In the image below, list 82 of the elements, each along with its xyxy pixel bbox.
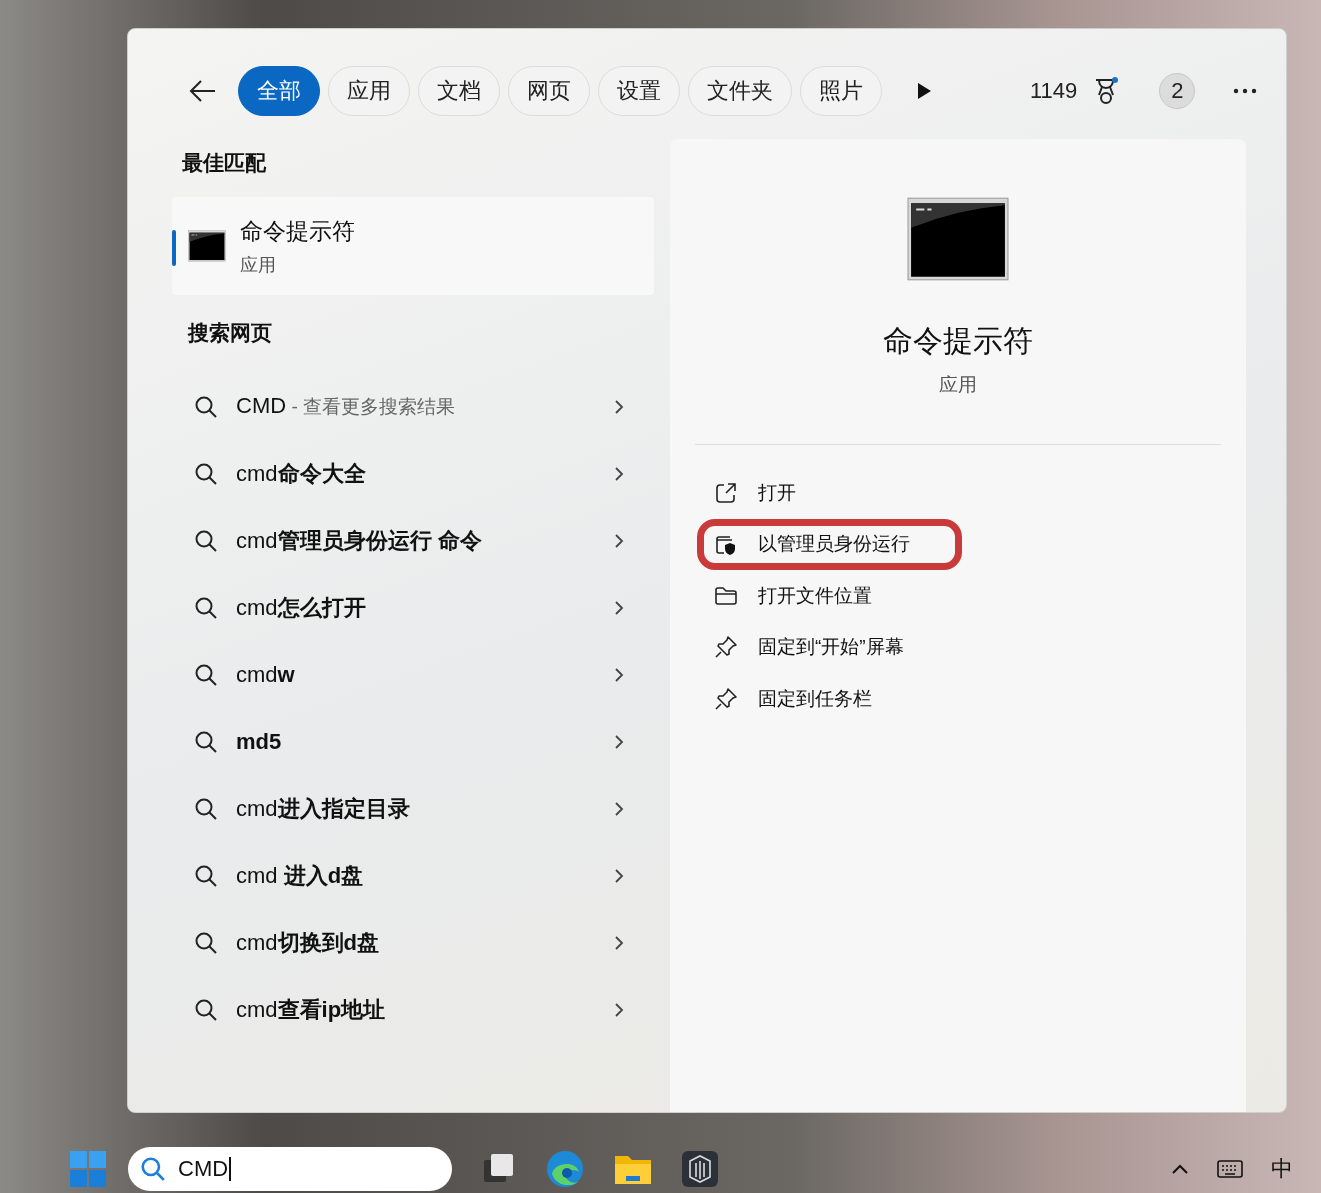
filter-tab[interactable]: 照片 bbox=[800, 66, 882, 116]
search-suggestion: cmd切换到d盘 bbox=[236, 929, 379, 955]
chevron-right-icon bbox=[614, 465, 624, 482]
section-heading: 最佳匹配 bbox=[182, 150, 267, 176]
app-title: 命令提示符 bbox=[240, 216, 355, 246]
search-hint: - 查看更多搜索结果 bbox=[290, 396, 455, 417]
search-suggestion: cmd怎么打开 bbox=[236, 594, 366, 620]
web-search-item[interactable]: cmd命令大全 bbox=[172, 440, 654, 507]
action-item[interactable]: 固定到任务栏 bbox=[697, 673, 962, 725]
app-type: 应用 bbox=[240, 253, 277, 277]
app-title: 命令提示符 bbox=[883, 323, 1033, 359]
search-suggestion: cmd 进入d盘 bbox=[236, 862, 364, 888]
best-match-item[interactable]: 命令提示符 应用 bbox=[172, 197, 654, 295]
search-suggestion: md5 bbox=[236, 728, 282, 754]
section-heading: 搜索网页 bbox=[188, 320, 273, 346]
start-icon[interactable] bbox=[70, 1151, 106, 1187]
chevron-right-icon bbox=[614, 599, 624, 616]
chevron-right-icon bbox=[614, 398, 624, 415]
folder-icon bbox=[714, 585, 738, 606]
chevron-right-icon bbox=[614, 733, 624, 750]
chevron-right-icon bbox=[614, 934, 624, 951]
web-search-item[interactable]: cmd 进入d盘 bbox=[172, 842, 654, 909]
more-icon[interactable] bbox=[1233, 88, 1258, 94]
search-icon bbox=[194, 930, 218, 955]
chevron-up-icon[interactable] bbox=[1171, 1163, 1189, 1175]
app-icon[interactable] bbox=[682, 1151, 718, 1187]
taskbar-search-field[interactable]: CMD bbox=[128, 1147, 452, 1191]
search-suggestion: cmd查看ip地址 bbox=[236, 996, 386, 1022]
web-search-item[interactable]: cmd管理员身份运行 命令 bbox=[172, 507, 654, 574]
filter-tab[interactable]: 文件夹 bbox=[688, 66, 792, 116]
highlighted-action[interactable]: 以管理员身份运行 bbox=[697, 518, 962, 570]
search-icon bbox=[194, 863, 218, 888]
search-icon bbox=[194, 662, 218, 687]
web-search-item[interactable]: md5 bbox=[172, 708, 654, 775]
search-icon bbox=[194, 997, 218, 1022]
filter-tab[interactable]: 全部 bbox=[238, 66, 320, 116]
web-search-item[interactable]: cmd进入指定目录 bbox=[172, 775, 654, 842]
filter-tab[interactable]: 文档 bbox=[418, 66, 500, 116]
terminal-icon bbox=[907, 197, 1009, 281]
chevron-right-icon bbox=[614, 1001, 624, 1018]
account-avatar[interactable]: 2 bbox=[1159, 73, 1196, 109]
chevron-right-icon bbox=[614, 800, 624, 817]
filter-tab[interactable]: 设置 bbox=[598, 66, 680, 116]
search-suggestion: cmdw bbox=[236, 661, 295, 687]
search-suggestion: cmd命令大全 bbox=[236, 460, 366, 486]
chevron-right-icon bbox=[614, 532, 624, 549]
filter-tab[interactable]: 网页 bbox=[508, 66, 590, 116]
play-icon[interactable] bbox=[916, 82, 932, 100]
search-icon bbox=[140, 1156, 166, 1182]
trophy-icon[interactable] bbox=[1093, 77, 1120, 105]
web-search-item[interactable]: cmd切换到d盘 bbox=[172, 909, 654, 976]
search-suggestion: cmd管理员身份运行 命令 bbox=[236, 527, 482, 553]
input-method-indicator[interactable]: 中 bbox=[1271, 1154, 1293, 1184]
search-suggestion: cmd进入指定目录 bbox=[236, 795, 410, 821]
pin-icon bbox=[714, 686, 738, 711]
pin-icon bbox=[714, 635, 738, 660]
chevron-right-icon bbox=[614, 867, 624, 884]
external-link-icon bbox=[715, 481, 737, 504]
filter-tab[interactable]: 应用 bbox=[328, 66, 410, 116]
web-search-item[interactable]: cmd怎么打开 bbox=[172, 574, 654, 641]
web-search-item[interactable]: cmdw bbox=[172, 641, 654, 708]
chevron-right-icon bbox=[614, 666, 624, 683]
action-item[interactable]: 固定到“开始”屏幕 bbox=[697, 621, 962, 673]
search-icon bbox=[194, 595, 218, 620]
terminal-icon bbox=[188, 230, 226, 262]
web-search-item[interactable]: cmd查看ip地址 bbox=[172, 976, 654, 1043]
browser-icon[interactable] bbox=[546, 1150, 584, 1188]
search-suggestion: CMD bbox=[236, 393, 287, 418]
app-type: 应用 bbox=[939, 373, 977, 397]
selection-indicator bbox=[172, 230, 176, 266]
action-item[interactable]: 打开 bbox=[697, 467, 962, 519]
search-icon bbox=[194, 528, 218, 553]
search-icon bbox=[194, 394, 218, 419]
keyboard-icon[interactable] bbox=[1217, 1160, 1243, 1178]
web-search-item[interactable]: CMD - 查看更多搜索结果 bbox=[172, 373, 654, 440]
search-field-value: CMD bbox=[178, 1157, 232, 1181]
search-icon bbox=[194, 796, 218, 821]
search-icon bbox=[194, 729, 218, 754]
window-shield-icon bbox=[715, 533, 737, 556]
action-item[interactable]: 打开文件位置 bbox=[697, 570, 962, 622]
search-icon bbox=[194, 461, 218, 486]
points-count: 1149 bbox=[1030, 78, 1078, 104]
